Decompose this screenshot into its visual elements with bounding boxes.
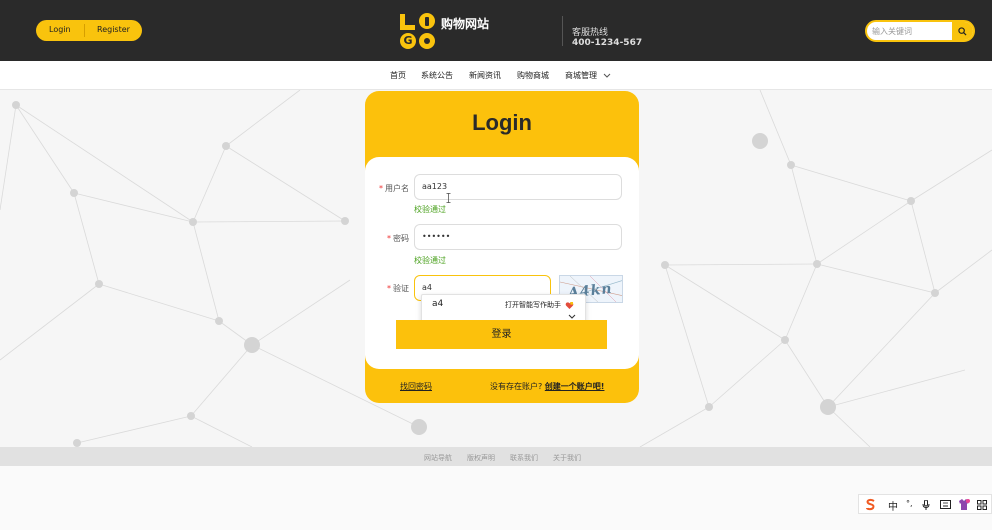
search-box [865, 20, 975, 42]
logo-letter-l [400, 14, 415, 30]
assistant-heart-icon [565, 301, 574, 309]
keyboard-icon[interactable] [940, 500, 951, 509]
hotline-divider [562, 16, 563, 46]
search-button[interactable] [952, 22, 973, 40]
login-form: * 用户名 aa123 校验通过 * 密码 •••••• 校验通过 * 验证 a4 A… [365, 157, 639, 369]
sogou-logo-icon[interactable] [864, 498, 878, 511]
hotline-number: 400-1234-567 [572, 38, 643, 48]
ime-toolbar: 中 °, [858, 494, 992, 514]
nav-item-news[interactable]: 新闻资讯 [469, 70, 501, 81]
skin-shirt-icon[interactable] [958, 499, 970, 510]
search-input[interactable] [867, 22, 953, 40]
nav-item-announcements[interactable]: 系统公告 [421, 70, 453, 81]
top-header: Login Register G 购物网站 客服热线 400-1234-567 [0, 0, 992, 61]
footer-link-copyright[interactable]: 版权声明 [467, 453, 495, 463]
text-cursor-icon [446, 193, 451, 203]
no-account-label: 没有存在账户? [490, 382, 543, 391]
login-card: Login * 用户名 aa123 校验通过 * 密码 •••••• 校验通过 * 验… [365, 91, 639, 403]
register-link[interactable]: Register [97, 25, 130, 34]
create-account-link[interactable]: 创建一个账户吧! [545, 382, 605, 391]
password-label: * 密码 [387, 234, 409, 243]
nav-item-mall-admin-label: 商城管理 [565, 71, 597, 80]
logo-letter-o2 [419, 33, 435, 49]
ime-mode-indicator[interactable]: 中 [888, 498, 898, 513]
nav-item-home[interactable]: 首页 [390, 70, 406, 81]
footer-links: 网站导航 版权声明 联系我们 关于我们 [0, 447, 992, 466]
chevron-down-icon [603, 73, 610, 78]
footer-link-sitemap[interactable]: 网站导航 [424, 453, 452, 463]
main-nav: 首页 系统公告 新闻资讯 购物商城 商城管理 [0, 61, 992, 90]
hotline-label: 客服热线 [572, 28, 609, 38]
page-bottom [0, 466, 992, 530]
nav-item-mall[interactable]: 购物商城 [517, 70, 549, 81]
auth-pill: Login Register [36, 20, 142, 41]
login-link[interactable]: Login [49, 25, 71, 34]
microphone-icon[interactable] [922, 500, 930, 510]
ime-punctuation-icon[interactable]: °, [906, 499, 913, 508]
footer-link-about[interactable]: 关于我们 [553, 453, 581, 463]
logo-letter-g: G [400, 33, 416, 49]
no-account-text: 没有存在账户? 创建一个账户吧! [490, 381, 604, 392]
apps-grid-icon[interactable] [977, 500, 987, 510]
site-logo[interactable]: G [400, 13, 436, 49]
site-name: 购物网站 [441, 17, 490, 31]
writing-assistant-label: 打开智能写作助手 [505, 301, 561, 309]
password-status: 校验通过 [414, 256, 446, 265]
writing-assistant-link[interactable]: 打开智能写作助手 [505, 300, 574, 310]
username-label: * 用户名 [379, 184, 409, 193]
forgot-password-link[interactable]: 找回密码 [400, 381, 432, 392]
auth-divider [84, 24, 85, 37]
captcha-label: * 验证 [387, 284, 409, 293]
username-status: 校验通过 [414, 205, 446, 214]
autocomplete-suggestion[interactable]: a4 [432, 299, 443, 309]
nav-item-mall-admin[interactable]: 商城管理 [565, 70, 611, 81]
footer-link-contact[interactable]: 联系我们 [510, 453, 538, 463]
login-button[interactable]: 登录 [396, 320, 607, 349]
login-title: Login [472, 110, 532, 135]
password-field[interactable]: •••••• [414, 224, 622, 250]
search-icon [958, 26, 967, 36]
logo-letter-o [419, 13, 435, 29]
